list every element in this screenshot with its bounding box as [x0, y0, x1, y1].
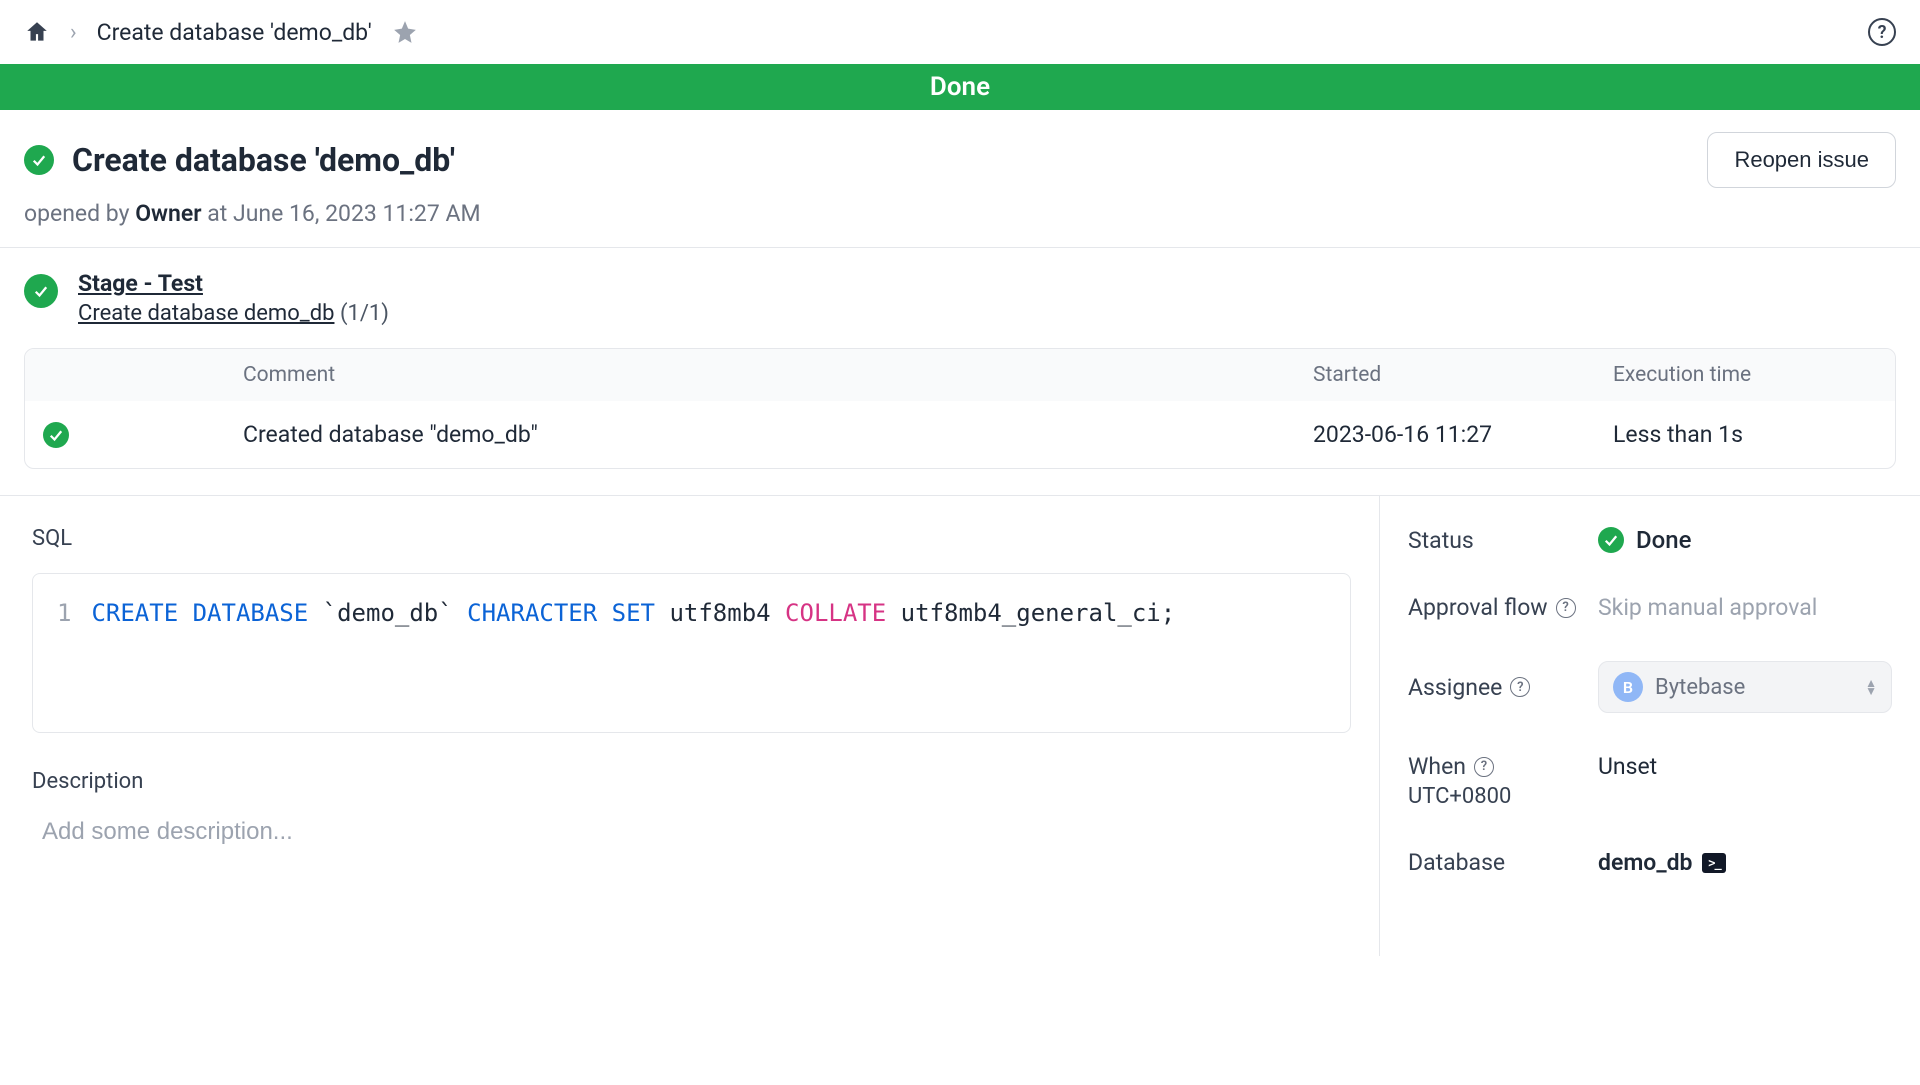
help-icon[interactable]: ? [1556, 598, 1576, 618]
reopen-issue-button[interactable]: Reopen issue [1707, 132, 1896, 188]
col-comment: Comment [225, 363, 1295, 387]
when-label: When ? UTC+0800 [1408, 753, 1588, 809]
when-value: Unset [1598, 753, 1892, 780]
avatar: B [1613, 672, 1643, 702]
help-icon[interactable]: ? [1868, 18, 1896, 46]
sql-editor[interactable]: 1 CREATE DATABASE `demo_db` CHARACTER SE… [32, 573, 1351, 733]
page-title: Create database 'demo_db' [72, 141, 455, 179]
database-value[interactable]: demo_db [1598, 849, 1892, 876]
cell-started: 2023-06-16 11:27 [1295, 421, 1595, 448]
status-value: Done [1598, 526, 1892, 554]
home-icon[interactable] [24, 19, 50, 45]
col-exec-time: Execution time [1595, 363, 1895, 387]
assignee-select[interactable]: B Bytebase ▲▼ [1598, 661, 1892, 713]
when-timezone: UTC+0800 [1408, 784, 1588, 809]
col-started: Started [1295, 363, 1595, 387]
sql-line-number: 1 [57, 596, 91, 710]
check-circle-icon [43, 422, 69, 448]
sql-code: CREATE DATABASE `demo_db` CHARACTER SET … [91, 596, 1175, 710]
cell-exec-time: Less than 1s [1595, 421, 1895, 448]
opened-by-line: opened by Owner at June 16, 2023 11:27 A… [0, 200, 1920, 247]
table-row: Created database "demo_db" 2023-06-16 11… [25, 401, 1895, 468]
status-banner: Done [0, 64, 1920, 110]
help-icon[interactable]: ? [1474, 757, 1494, 777]
stage-task-link[interactable]: Create database demo_db [78, 301, 334, 326]
cell-comment: Created database "demo_db" [225, 421, 1295, 448]
check-circle-icon [24, 274, 58, 308]
help-icon[interactable]: ? [1510, 677, 1530, 697]
sql-label: SQL [32, 526, 1351, 551]
breadcrumb-title[interactable]: Create database 'demo_db' [97, 19, 372, 46]
stage-task-count: (1/1) [340, 301, 389, 326]
star-icon[interactable] [392, 19, 418, 45]
select-arrows-icon: ▲▼ [1865, 679, 1877, 695]
description-label: Description [32, 769, 1351, 794]
check-circle-icon [1598, 527, 1624, 553]
assignee-label: Assignee ? [1408, 674, 1588, 701]
terminal-icon[interactable] [1702, 853, 1726, 873]
stage-link[interactable]: Stage - Test [78, 270, 389, 297]
description-input[interactable] [32, 812, 1351, 852]
approval-flow-value: Skip manual approval [1598, 594, 1892, 621]
status-label: Status [1408, 527, 1588, 554]
chevron-right-icon: › [70, 20, 77, 45]
approval-flow-label: Approval flow ? [1408, 594, 1588, 621]
execution-table: Comment Started Execution time Created d… [24, 348, 1896, 469]
database-label: Database [1408, 849, 1588, 876]
assignee-value: Bytebase [1655, 675, 1745, 700]
check-circle-icon [24, 145, 54, 175]
